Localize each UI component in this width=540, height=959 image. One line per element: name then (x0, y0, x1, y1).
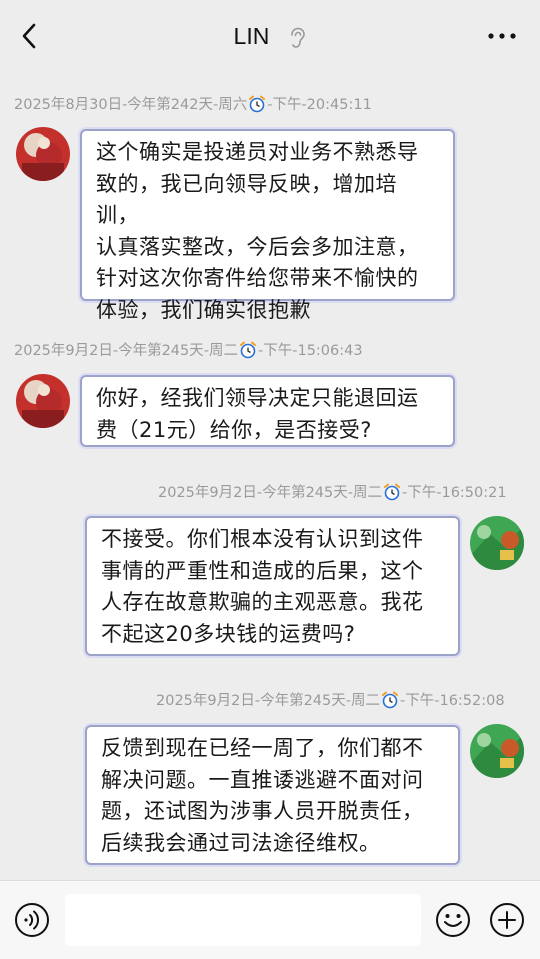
message-line: 不起这20多块钱的运费吗? (101, 621, 356, 646)
avatar[interactable] (470, 724, 524, 778)
message-timestamp: 2025年9月2日-今年第245天-周二 -下午-16:52:08 (156, 689, 505, 710)
avatar[interactable] (16, 127, 70, 181)
chat-header: LIN (0, 0, 540, 68)
timestamp-date: 2025年9月2日-今年第245天-周二 (156, 693, 380, 709)
message-line: 认真落实整改，今后会多加注意， (96, 234, 419, 259)
title-area: LIN (0, 20, 540, 52)
more-dots-icon[interactable] (486, 24, 518, 48)
input-bar (0, 880, 540, 959)
message-line: 你好，经我们领导决定只能退回运 (96, 386, 419, 410)
plus-icon[interactable] (489, 902, 525, 938)
emoji-icon[interactable] (435, 902, 471, 938)
message-line: 人存在故意欺骗的主观恶意。我花 (101, 590, 424, 614)
timestamp-time: -下午-16:52:08 (400, 693, 505, 709)
message-timestamp: 2025年8月30日-今年第242天-周六 -下午-20:45:11 (14, 93, 372, 114)
message-line: 题，还试图为涉事人员开脱责任， (101, 799, 424, 823)
timestamp-time: -下午-20:45:11 (267, 97, 372, 113)
avatar-image (16, 127, 70, 181)
message-line: 事情的严重性和造成的后果，这个 (101, 558, 424, 583)
message-line: 解决问题。一直推诿逃避不面对问 (101, 767, 424, 792)
message-bubble[interactable]: 这个确实是投递员对业务不熟悉导 致的，我已向领导反映，增加培训， 认真落实整改，… (80, 129, 455, 322)
avatar-image (16, 374, 70, 428)
chat-title: LIN (233, 23, 270, 49)
timestamp-date: 2025年9月2日-今年第245天-周二 (14, 343, 238, 359)
message-bubble[interactable]: 你好，经我们领导决定只能退回运 费（21元）给你，是否接受? (80, 375, 455, 447)
message-bubble[interactable]: 反馈到现在已经一周了，你们都不 解决问题。一直推诿逃避不面对问 题，还试图为涉事… (85, 725, 460, 865)
voice-icon[interactable] (14, 902, 50, 938)
message-line: 费（21元）给你，是否接受? (96, 417, 372, 442)
message-line: 后续我会通过司法途径维权。 (101, 830, 381, 855)
alarm-clock-icon (249, 95, 266, 113)
avatar[interactable] (470, 516, 524, 570)
alarm-clock-icon (382, 691, 398, 709)
message-line: 反馈到现在已经一周了，你们都不 (101, 736, 424, 760)
timestamp-date: 2025年9月2日-今年第245天-周二 (158, 485, 382, 501)
message-timestamp: 2025年9月2日-今年第245天-周二 -下午-16:50:21 (158, 481, 507, 502)
message-timestamp: 2025年9月2日-今年第245天-周二 -下午-15:06:43 (14, 339, 363, 360)
avatar[interactable] (16, 374, 70, 428)
message-line: 体验，我们确实很抱歉 (96, 297, 311, 322)
avatar-image (470, 724, 524, 778)
message-line: 不接受。你们根本没有认识到这件 (101, 527, 424, 551)
alarm-clock-icon (384, 483, 400, 501)
message-line: 针对这次你寄件给您带来不愉快的 (96, 266, 419, 290)
message-line: 这个确实是投递员对业务不熟悉导 (96, 140, 419, 164)
avatar-image (470, 516, 524, 570)
message-input[interactable] (65, 894, 421, 946)
timestamp-date: 2025年8月30日-今年第242天-周六 (14, 97, 248, 113)
message-line: 致的，我已向领导反映，增加培训， (96, 171, 397, 228)
alarm-clock-icon (240, 341, 256, 359)
message-bubble[interactable]: 不接受。你们根本没有认识到这件 事情的严重性和造成的后果，这个 人存在故意欺骗的… (85, 516, 460, 656)
ear-icon (291, 27, 306, 48)
timestamp-time: -下午-15:06:43 (258, 343, 363, 359)
timestamp-time: -下午-16:50:21 (402, 485, 507, 501)
